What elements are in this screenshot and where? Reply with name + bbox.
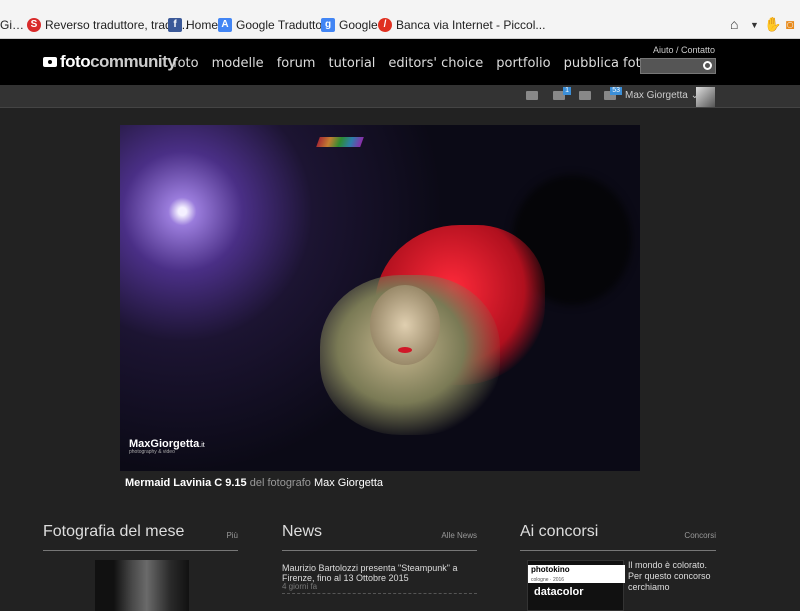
photokino-sub: cologne · 2016 — [531, 577, 565, 583]
help-link[interactable]: Aiuto — [653, 45, 674, 55]
chat-icon[interactable] — [579, 91, 591, 100]
bookmark-label: Home — [186, 18, 219, 32]
dropdown-arrow-icon[interactable]: ▼ — [750, 20, 759, 30]
photokino-logo: photokino cologne · 2016 — [528, 565, 625, 583]
reverso-icon: S — [27, 18, 41, 32]
photo-of-month-section: Fotografia del mese Più — [43, 523, 238, 611]
bank-icon: / — [378, 18, 392, 32]
photo-of-month-thumbnail[interactable] — [95, 560, 189, 611]
facebook-icon: f — [168, 18, 182, 32]
nav-modelle[interactable]: modelle — [212, 56, 264, 71]
bookmark-label: Gi… — [0, 18, 24, 32]
contact-link[interactable]: Contatto — [681, 45, 715, 55]
divider — [520, 550, 716, 551]
contests-link[interactable]: Concorsi — [684, 531, 716, 540]
watermark-suffix: .it — [199, 442, 205, 449]
user-bar: 1 53 Max Giorgetta ⌄ — [0, 85, 800, 108]
news-item[interactable]: Maurizio Bartolozzi presenta "Steampunk"… — [282, 563, 477, 583]
nav-forum[interactable]: forum — [277, 56, 316, 71]
nav-editors-choice[interactable]: editors' choice — [388, 56, 483, 71]
divider — [43, 550, 238, 551]
search-input[interactable] — [640, 58, 716, 74]
section-title: News — [282, 523, 323, 540]
bookmark-google[interactable]: g Google — [321, 18, 378, 32]
nav-foto[interactable]: foto — [173, 56, 199, 71]
photo-caption: Mermaid Lavinia C 9.15 del fotografo Max… — [125, 477, 383, 489]
bookmark-label: Google Traduttore — [236, 18, 333, 32]
main-nav: foto modelle forum tutorial editors' cho… — [173, 56, 662, 71]
help-links: Aiuto / Contatto — [652, 45, 715, 55]
user-name: Max Giorgetta — [625, 90, 688, 101]
notifications-icon[interactable]: 53 — [604, 87, 622, 100]
photo-watermark: MaxGiorgetta.it photography & video — [129, 438, 205, 455]
photo-title[interactable]: Mermaid Lavinia C 9.15 — [125, 477, 247, 489]
contest-description[interactable]: Il mondo è colorato. Per questo concorso… — [628, 560, 718, 593]
home-icon[interactable]: ⌂ — [730, 16, 738, 32]
bookmark-item[interactable]: Gi… — [0, 18, 24, 32]
news-date: 4 giorni fa — [282, 582, 318, 591]
news-section: News Alle News Maurizio Bartolozzi prese… — [282, 523, 477, 611]
site-logo[interactable]: fotocommunity — [43, 52, 177, 72]
bookmark-bank[interactable]: / Banca via Internet - Piccol... — [378, 18, 545, 32]
camera-icon — [43, 57, 57, 67]
bookmark-reverso[interactable]: S Reverso traduttore, tradu... — [27, 18, 188, 32]
google-icon: g — [321, 18, 335, 32]
section-title: Ai concorsi — [520, 523, 599, 540]
nav-portfolio[interactable]: portfolio — [496, 56, 550, 71]
notifications-badge: 53 — [610, 87, 622, 95]
featured-photo[interactable]: MaxGiorgetta.it photography & video — [120, 125, 640, 471]
user-menu[interactable]: Max Giorgetta ⌄ — [625, 90, 699, 101]
bookmark-label: Google — [339, 18, 378, 32]
photo-rainbow — [316, 137, 364, 147]
divider — [282, 593, 477, 594]
section-title: Fotografia del mese — [43, 523, 185, 540]
mail-icon[interactable] — [526, 91, 538, 100]
contest-banner[interactable]: photokino cologne · 2016 datacolor — [527, 560, 625, 611]
avatar[interactable] — [696, 87, 715, 107]
photo-face — [370, 285, 440, 365]
nav-pubblica-foto[interactable]: pubblica foto — [564, 56, 649, 71]
contests-section: Ai concorsi Concorsi photokino cologne · … — [520, 523, 716, 611]
messages-icon[interactable]: 1 — [553, 87, 571, 100]
hand-icon[interactable]: ✋ — [764, 16, 781, 33]
all-news-link[interactable]: Alle News — [441, 531, 477, 540]
bookmark-label: Reverso traduttore, tradu... — [45, 18, 189, 32]
caption-by: del fotografo — [249, 477, 311, 489]
google-translate-icon: A — [218, 18, 232, 32]
photo-lips — [398, 347, 412, 353]
messages-badge: 1 — [563, 87, 571, 95]
datacolor-logo: datacolor — [534, 586, 584, 598]
search-icon[interactable] — [703, 61, 712, 70]
bookmark-google-translate[interactable]: A Google Traduttore — [218, 18, 333, 32]
logo-part-community: community — [90, 52, 177, 71]
bookmark-home[interactable]: f Home — [168, 18, 218, 32]
bookmarks-bar: Gi… S Reverso traduttore, tradu... f Home … — [0, 0, 800, 39]
logo-part-foto: foto — [60, 52, 91, 71]
divider — [282, 550, 477, 551]
photo-author[interactable]: Max Giorgetta — [314, 477, 383, 489]
rss-icon[interactable]: ◙ — [786, 16, 794, 32]
bookmark-label: Banca via Internet - Piccol... — [396, 18, 546, 32]
nav-tutorial[interactable]: tutorial — [328, 56, 375, 71]
more-link[interactable]: Più — [226, 531, 238, 540]
photokino-brand: photokino — [531, 565, 570, 574]
